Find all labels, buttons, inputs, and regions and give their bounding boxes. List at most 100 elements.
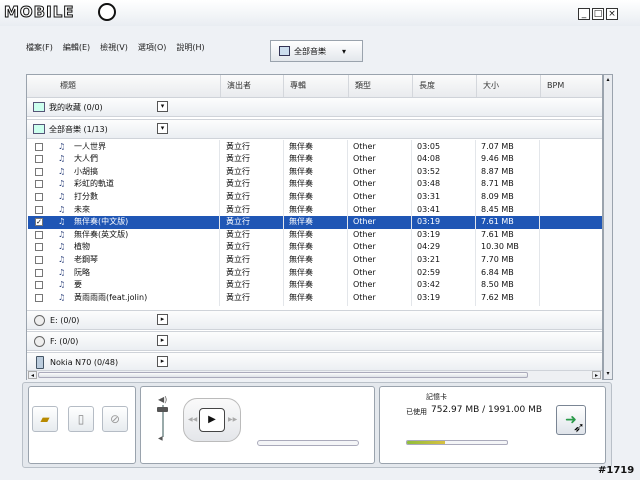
track-title: 未來 xyxy=(74,204,90,214)
menu-view[interactable]: 檢視(V) xyxy=(100,42,128,56)
menu-help[interactable]: 說明(H) xyxy=(176,42,204,56)
music-note-icon: ♫ xyxy=(58,242,66,252)
scroll-down-button[interactable]: ▾ xyxy=(604,369,612,378)
track-size: 7.70 MB xyxy=(481,254,514,264)
row-checkbox[interactable] xyxy=(35,205,43,214)
mouse-cursor-icon: ➶ xyxy=(573,420,585,436)
scroll-left-button[interactable]: ◂ xyxy=(28,371,37,379)
table-row[interactable]: ♫ 一人世界 黃立行 無伴奏 Other 03:05 7.07 MB xyxy=(28,141,602,154)
track-size: 8.09 MB xyxy=(481,191,514,201)
memory-used-label: 已使用 xyxy=(406,408,427,416)
row-checkbox[interactable] xyxy=(35,293,43,302)
row-checkbox[interactable] xyxy=(35,142,43,151)
group-drive-e[interactable]: E: (0/0) xyxy=(27,310,602,330)
menu-options[interactable]: 選項(O) xyxy=(138,42,167,56)
row-checkbox[interactable] xyxy=(35,167,43,176)
track-genre: Other xyxy=(353,267,376,277)
music-note-icon: ♫ xyxy=(58,254,66,264)
track-title: 無伴奏(中文版) xyxy=(74,217,129,227)
col-album[interactable]: 專輯 xyxy=(283,75,347,97)
volume-handle[interactable] xyxy=(157,407,168,412)
player-panel xyxy=(140,386,375,464)
memory-usage-bar xyxy=(406,440,508,445)
row-checkbox[interactable]: ✓ xyxy=(35,218,43,227)
row-checkbox[interactable] xyxy=(35,255,43,264)
play-button[interactable]: ▶ xyxy=(199,408,225,432)
scroll-thumb[interactable] xyxy=(38,372,528,378)
col-artist[interactable]: 演出者 xyxy=(220,75,282,97)
track-length: 03:41 xyxy=(417,204,441,214)
table-row[interactable]: ♫ 阮略 黃立行 無伴奏 Other 02:59 6.84 MB xyxy=(28,267,602,280)
row-checkbox[interactable] xyxy=(35,180,43,189)
device-icon: ▯ xyxy=(77,412,85,426)
row-checkbox[interactable] xyxy=(35,155,43,164)
track-length: 03:52 xyxy=(417,166,441,176)
track-size: 6.84 MB xyxy=(481,267,514,277)
drive-f-expand-button[interactable]: ▸ xyxy=(157,335,168,346)
library-dropdown[interactable]: 全部音樂 ▾ xyxy=(270,40,363,62)
row-checkbox[interactable] xyxy=(35,281,43,290)
table-row[interactable]: ♫ 要 黃立行 無伴奏 Other 03:42 8.50 MB xyxy=(28,279,602,292)
track-title: 植物 xyxy=(74,242,90,252)
row-checkbox[interactable] xyxy=(35,268,43,277)
group-nokia[interactable]: Nokia N70 (0/48) xyxy=(27,352,602,372)
group-all-music[interactable]: 全部音樂 (1/13) xyxy=(27,119,602,139)
track-genre: Other xyxy=(353,280,376,290)
title-bar xyxy=(0,0,640,26)
row-checkbox[interactable] xyxy=(35,230,43,239)
track-size: 7.07 MB xyxy=(481,141,514,151)
drive-icon xyxy=(34,335,45,347)
previous-button[interactable]: ◀◀ xyxy=(188,416,197,423)
disable-button[interactable]: ⊘ xyxy=(102,406,128,432)
table-row[interactable]: ♫ 打分數 黃立行 無伴奏 Other 03:31 8.09 MB xyxy=(28,191,602,204)
memory-usage-fill xyxy=(407,441,445,444)
track-artist: 黃立行 xyxy=(226,204,250,214)
col-title[interactable]: 標題 xyxy=(54,75,246,97)
row-checkbox[interactable] xyxy=(35,192,43,201)
col-genre[interactable]: 類型 xyxy=(348,75,412,97)
track-size: 8.87 MB xyxy=(481,166,514,176)
progress-bar[interactable] xyxy=(257,440,359,446)
group-drive-f[interactable]: F: (0/0) xyxy=(27,331,602,351)
table-row[interactable]: ♫ 植物 黃立行 無伴奏 Other 04:29 10.30 MB xyxy=(28,241,602,254)
col-bpm[interactable]: BPM xyxy=(540,75,602,97)
maximize-button[interactable]: □ xyxy=(592,8,604,20)
memory-used-value: 752.97 MB / 1991.00 MB xyxy=(431,405,543,415)
open-folder-button[interactable]: ▰ xyxy=(32,406,58,432)
menu-file[interactable]: 檔案(F) xyxy=(26,42,53,56)
track-length: 03:19 xyxy=(417,292,441,302)
table-row[interactable]: ✓ ♫ 無伴奏(中文版) 黃立行 無伴奏 Other 03:19 7.61 MB xyxy=(28,216,602,229)
column-divider xyxy=(539,140,540,306)
table-row[interactable]: ♫ 小胡搞 黃立行 無伴奏 Other 03:52 8.87 MB xyxy=(28,166,602,179)
track-genre: Other xyxy=(353,242,376,252)
scroll-up-button[interactable]: ▴ xyxy=(604,75,612,84)
drive-e-expand-button[interactable]: ▸ xyxy=(157,314,168,325)
nokia-expand-button[interactable]: ▸ xyxy=(157,356,168,367)
table-row[interactable]: ♫ 大人們 黃立行 無伴奏 Other 04:08 9.46 MB xyxy=(28,153,602,166)
favorites-icon xyxy=(33,102,45,112)
col-length[interactable]: 長度 xyxy=(412,75,476,97)
table-row[interactable]: ♫ 無伴奏(英文版) 黃立行 無伴奏 Other 03:19 7.61 MB xyxy=(28,229,602,242)
table-row[interactable]: ♫ 未來 黃立行 無伴奏 Other 03:41 8.45 MB xyxy=(28,204,602,217)
music-note-icon: ♫ xyxy=(58,217,66,227)
menu-edit[interactable]: 編輯(E) xyxy=(63,42,90,56)
group-nokia-label: Nokia N70 (0/48) xyxy=(50,357,119,367)
track-title: 要 xyxy=(74,280,82,290)
group-favorites[interactable]: 我的收藏 (0/0) xyxy=(27,97,602,117)
minimize-button[interactable]: _ xyxy=(578,8,590,20)
col-size[interactable]: 大小 xyxy=(476,75,540,97)
vertical-scrollbar[interactable] xyxy=(603,74,613,380)
next-button[interactable]: ▶▶ xyxy=(228,416,237,423)
all-music-expand-button[interactable]: ▾ xyxy=(157,123,168,134)
track-artist: 黃立行 xyxy=(226,179,250,189)
table-row[interactable]: ♫ 黃雨雨雨(feat.jolin) 黃立行 無伴奏 Other 03:19 7.62 MB xyxy=(28,292,602,305)
transfer-button[interactable]: ▯ xyxy=(68,406,94,432)
row-checkbox[interactable] xyxy=(35,243,43,252)
track-album: 無伴奏 xyxy=(289,166,313,176)
table-row[interactable]: ♫ 老鋼琴 黃立行 無伴奏 Other 03:21 7.70 MB xyxy=(28,254,602,267)
scroll-right-button[interactable]: ▸ xyxy=(592,371,601,379)
menu-bar: 檔案(F) 編輯(E) 檢視(V) 選項(O) 說明(H) xyxy=(26,42,205,56)
close-button[interactable]: × xyxy=(606,8,618,20)
table-row[interactable]: ♫ 彩虹的軌道 黃立行 無伴奏 Other 03:48 8.71 MB xyxy=(28,178,602,191)
favorites-expand-button[interactable]: ▾ xyxy=(157,101,168,112)
